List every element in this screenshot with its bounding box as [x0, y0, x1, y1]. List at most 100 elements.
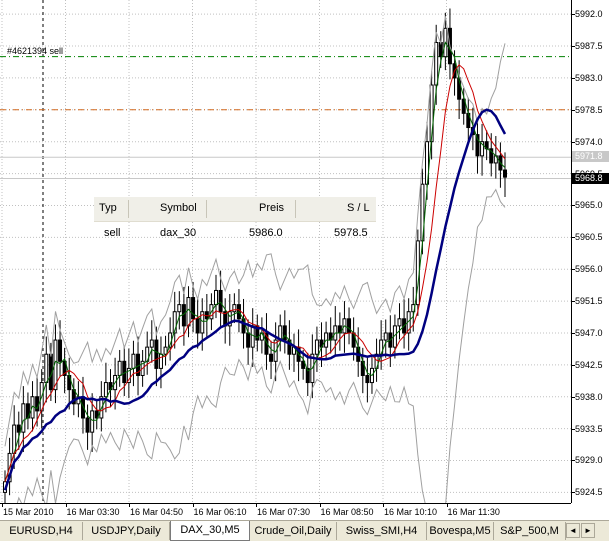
header-divider: [295, 200, 296, 218]
ask-price-label: 5971.8: [572, 151, 609, 163]
time-tick-mark: [129, 504, 130, 507]
time-tick-label: 16 Mar 07:30: [257, 507, 311, 517]
chart-tab[interactable]: Swiss_SMI,H4: [337, 522, 427, 540]
price-tick-label: 5978.5: [575, 104, 603, 115]
price-tick-label: 5947.0: [575, 327, 603, 338]
candle-body: [365, 374, 370, 384]
header-symbol: Symbol: [160, 202, 197, 214]
price-tick-label: 5960.5: [575, 232, 603, 243]
price-tick-label: 5933.5: [575, 423, 603, 434]
time-tick-mark: [65, 504, 67, 507]
chart-tab[interactable]: EURUSD,H4: [0, 522, 83, 540]
candle-body: [90, 410, 95, 433]
tab-scroll-left-icon[interactable]: ◄: [566, 523, 580, 538]
candle-body: [503, 169, 507, 178]
price-tick-label: 5987.5: [575, 41, 603, 52]
candle-body: [434, 42, 439, 86]
price-tick-label: 5956.0: [575, 264, 603, 275]
candle-body: [218, 289, 223, 313]
candle-body: [177, 304, 182, 313]
chart-tab[interactable]: Bovespa,M5: [427, 522, 494, 540]
chart-tab-bar: EURUSD,H4 USDJPY,Daily DAX_30,M5 Crude_Oil,…: [0, 520, 609, 541]
price-tick-mark: [572, 428, 575, 430]
time-tick-label: 16 Mar 10:10: [384, 507, 438, 517]
tab-scroll-right-icon[interactable]: ►: [581, 523, 595, 538]
header-sl: S / L: [347, 202, 370, 214]
candle-body: [21, 403, 26, 433]
time-axis: 15 Mar 2010 16 Mar 03:30 16 Mar 04:50 16 Ma…: [0, 503, 571, 520]
candle-body: [282, 325, 287, 341]
time-tick-mark: [2, 504, 3, 507]
time-tick-label: 16 Mar 03:30: [66, 507, 120, 517]
candle-body: [158, 353, 163, 369]
price-tick-mark: [572, 492, 575, 494]
price-tick-label: 5924.5: [575, 487, 603, 498]
price-tick-mark: [572, 460, 575, 462]
price-tick-mark: [572, 237, 575, 239]
candle-body: [314, 339, 319, 355]
price-tick-label: 5942.5: [575, 359, 603, 370]
candle-body: [122, 360, 127, 384]
header-divider: [128, 200, 129, 218]
candle-body: [149, 339, 154, 348]
cell-symbol: dax_30: [160, 227, 197, 239]
candle-body: [383, 332, 388, 341]
price-tick-mark: [572, 141, 575, 143]
chart-tab[interactable]: DAX_30,M5: [170, 521, 250, 541]
cell-sl: 5978.5: [334, 227, 368, 239]
time-tick-label: 16 Mar 04:50: [130, 507, 184, 517]
candle-body: [186, 297, 191, 327]
time-tick-mark: [256, 504, 257, 507]
candle-body: [131, 353, 136, 369]
trade-table-header: Typ Symbol Preis S / L: [94, 197, 376, 222]
time-tick-mark: [192, 504, 194, 507]
price-tick-label: 5951.5: [575, 296, 603, 307]
candle-body: [181, 304, 186, 327]
price-tick-mark: [572, 269, 575, 271]
candle-body: [195, 318, 200, 334]
price-tick-mark: [572, 396, 575, 398]
candle-body: [154, 339, 159, 369]
candle-body: [214, 289, 219, 306]
trade-info-table: Typ Symbol Preis S / L sell dax_30 5986.…: [94, 197, 376, 245]
header-divider: [206, 200, 207, 218]
chart-tab[interactable]: Crude_Oil,Daily: [250, 522, 337, 540]
chart-tab[interactable]: USDJPY,Daily: [83, 522, 170, 540]
price-tick-mark: [572, 332, 575, 334]
candle-body: [269, 353, 274, 362]
price-tick-mark: [572, 46, 575, 48]
price-tick-mark: [572, 109, 575, 111]
price-axis: 5992.05987.55983.05978.55974.05969.55965…: [571, 0, 609, 503]
time-tick-mark: [319, 504, 321, 507]
candle-body: [397, 318, 402, 327]
candle-body: [16, 424, 21, 433]
cell-price: 5986.0: [249, 227, 283, 239]
time-tick-label: 15 Mar 2010: [3, 507, 54, 517]
header-price: Preis: [259, 202, 285, 214]
cell-type: sell: [104, 227, 121, 239]
candle-body: [191, 297, 196, 320]
candle-body: [347, 318, 352, 334]
price-tick-mark: [572, 14, 575, 16]
moving-average-slow: [3, 108, 507, 491]
chart-tab[interactable]: S&P_500,M: [494, 522, 566, 540]
time-tick-label: 16 Mar 11:30: [447, 507, 500, 517]
candle-body: [232, 304, 237, 313]
candle-body: [44, 353, 49, 384]
candle-body: [246, 332, 251, 348]
price-chart[interactable]: [0, 0, 571, 503]
order-line-label: #4621394 sell: [7, 45, 64, 56]
header-type: Typ: [99, 202, 117, 214]
chart-window: #4621394 sell Typ Symbol Preis S / L sel…: [0, 0, 609, 541]
price-tick-label: 5929.0: [575, 455, 603, 466]
price-tick-mark: [572, 364, 575, 366]
candle-body: [85, 417, 90, 433]
time-tick-label: 16 Mar 08:50: [320, 507, 374, 517]
price-tick-label: 5974.0: [575, 136, 603, 147]
chart-plot-area[interactable]: #4621394 sell Typ Symbol Preis S / L sel…: [0, 0, 571, 503]
price-tick-label: 5965.0: [575, 200, 603, 211]
time-tick-mark: [446, 504, 448, 507]
candle-body: [103, 382, 108, 398]
price-tick-label: 5938.0: [575, 391, 603, 402]
candle-body: [117, 360, 122, 376]
